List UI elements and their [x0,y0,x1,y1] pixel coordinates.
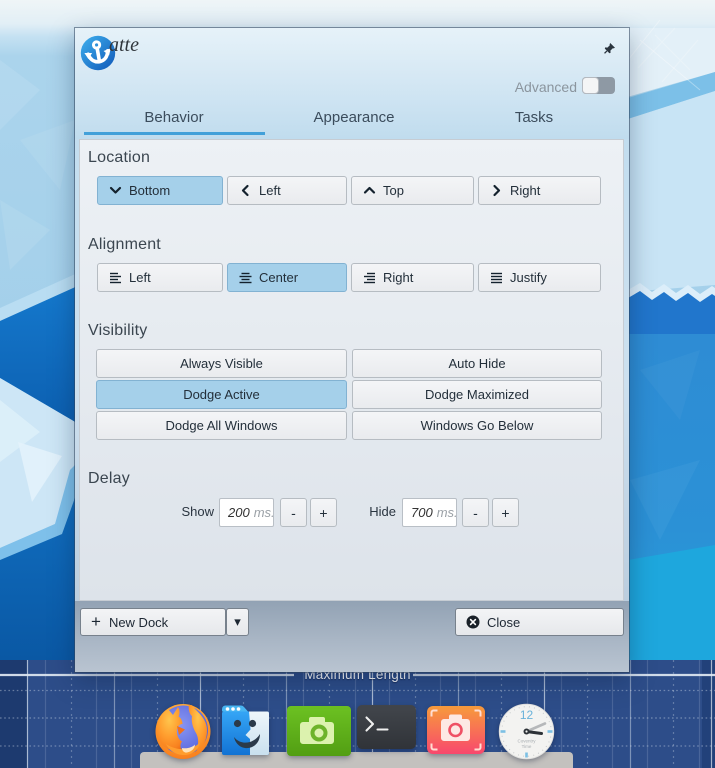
svg-text:Time: Time [522,744,532,749]
svg-text:Coventry: Coventry [517,739,536,744]
svg-text:12: 12 [520,708,534,722]
